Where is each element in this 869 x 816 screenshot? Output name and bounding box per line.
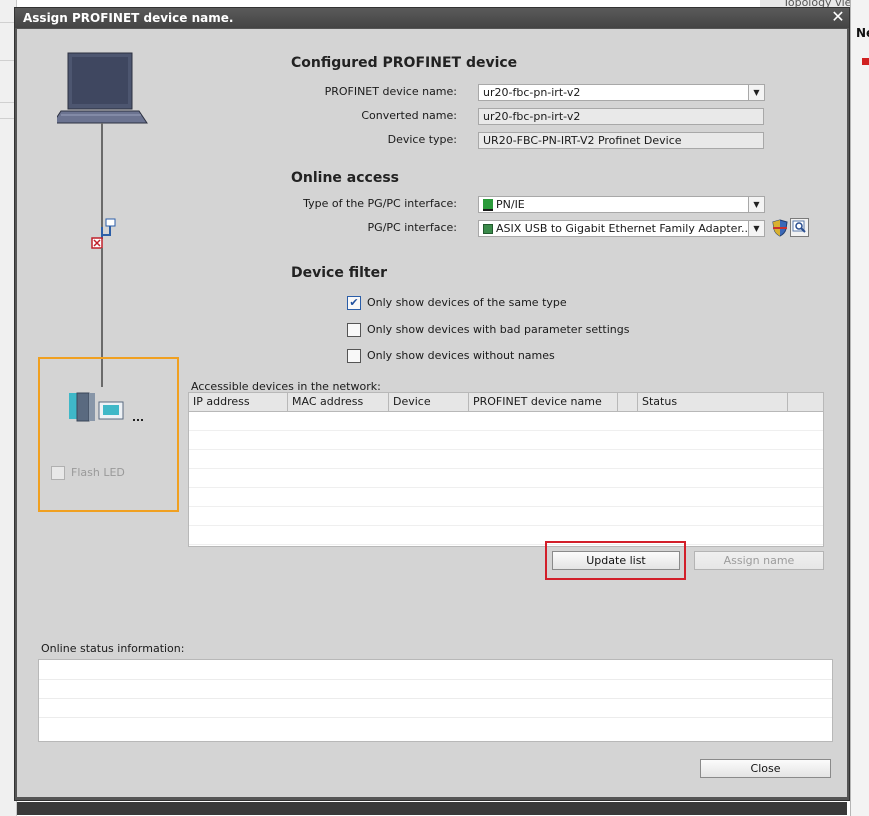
flash-led-label: Flash LED (71, 466, 125, 479)
column-status[interactable]: Status (638, 393, 788, 411)
converted-name-label: Converted name: (361, 109, 457, 122)
interface-label: PG/PC interface: (367, 221, 457, 234)
online-status-label: Online status information: (41, 642, 185, 655)
table-row (189, 488, 823, 507)
configured-device-heading: Configured PROFINET device (291, 55, 518, 71)
checkbox-box[interactable] (347, 349, 361, 363)
device-name-label: PROFINET device name: (324, 85, 457, 98)
column-ip-address[interactable]: IP address (189, 393, 288, 411)
table-row (189, 431, 823, 450)
chevron-down-icon[interactable]: ▼ (748, 85, 764, 100)
interface-value: ASIX USB to Gigabit Ethernet Family Adap… (496, 222, 752, 235)
dialog-title: Assign PROFINET device name. (23, 11, 234, 25)
dialog-titlebar[interactable]: Assign PROFINET device name. ✕ (15, 8, 849, 28)
filter-same-type-label: Only show devices of the same type (367, 296, 567, 309)
chevron-down-icon[interactable]: ▼ (748, 197, 764, 212)
table-row (189, 412, 823, 431)
network-connector-icon (91, 218, 116, 249)
online-access-heading: Online access (291, 170, 400, 186)
close-button[interactable]: Close (700, 759, 831, 778)
table-row (189, 507, 823, 526)
filter-without-names-label: Only show devices without names (367, 349, 555, 362)
background-error-icon (862, 58, 869, 65)
flash-led-checkbox[interactable]: Flash LED (51, 466, 125, 480)
filter-bad-parameters-checkbox[interactable]: Only show devices with bad parameter set… (347, 323, 629, 339)
dialog-bottom-bar (17, 802, 847, 815)
flash-led-check-box[interactable] (51, 466, 65, 480)
shield-icon[interactable] (771, 219, 789, 237)
assign-device-name-dialog: Assign PROFINET device name. ✕ Flash LED… (14, 7, 850, 815)
update-list-button[interactable]: Update list (552, 551, 680, 570)
assign-name-button[interactable]: Assign name (694, 551, 824, 570)
column-device[interactable]: Device (389, 393, 469, 411)
device-name-value: ur20-fbc-pn-irt-v2 (483, 86, 581, 99)
converted-name-value: ur20-fbc-pn-irt-v2 (483, 110, 581, 123)
column-profinet-device-name[interactable]: PROFINET device name (469, 393, 618, 411)
pc-icon (57, 52, 148, 124)
column-mac-address[interactable]: MAC address (288, 393, 389, 411)
interface-type-dropdown[interactable]: PN/IE ▼ (478, 196, 765, 213)
table-row (189, 526, 823, 545)
table-row (189, 450, 823, 469)
dialog-content: Flash LED Configured PROFINET device PRO… (17, 29, 847, 815)
magnifier-icon (792, 220, 806, 233)
column-spacer (618, 393, 638, 411)
table-row (189, 469, 823, 488)
checkbox-box[interactable] (347, 323, 361, 337)
diagnostics-button[interactable] (790, 218, 809, 237)
online-status-box (38, 659, 833, 742)
checkmark-icon[interactable]: ✔ (347, 296, 361, 310)
accessible-devices-table[interactable]: IP address MAC address Device PROFINET d… (188, 392, 824, 547)
filter-without-names-checkbox[interactable]: Only show devices without names (347, 349, 555, 365)
device-type-field: UR20-FBC-PN-IRT-V2 Profinet Device (478, 132, 764, 149)
device-filter-heading: Device filter (291, 265, 387, 281)
background-right-panel (850, 0, 869, 816)
device-name-dropdown[interactable]: ur20-fbc-pn-irt-v2 ▼ (478, 84, 765, 101)
converted-name-field: ur20-fbc-pn-irt-v2 (478, 108, 764, 125)
device-type-label: Device type: (387, 133, 457, 146)
background-right-header: Ne (856, 26, 869, 40)
interface-dropdown[interactable]: ASIX USB to Gigabit Ethernet Family Adap… (478, 220, 765, 237)
interface-type-label: Type of the PG/PC interface: (303, 197, 457, 210)
close-icon[interactable]: ✕ (829, 8, 847, 26)
device-type-value: UR20-FBC-PN-IRT-V2 Profinet Device (483, 134, 682, 147)
chevron-down-icon[interactable]: ▼ (748, 221, 764, 236)
interface-type-value: PN/IE (496, 198, 525, 211)
network-adapter-icon (483, 224, 493, 234)
table-header: IP address MAC address Device PROFINET d… (189, 393, 823, 412)
pn-ie-icon (483, 199, 493, 211)
selected-device-highlight (38, 357, 179, 512)
filter-same-type-checkbox[interactable]: ✔ Only show devices of the same type (347, 296, 567, 312)
filter-bad-parameters-label: Only show devices with bad parameter set… (367, 323, 630, 336)
